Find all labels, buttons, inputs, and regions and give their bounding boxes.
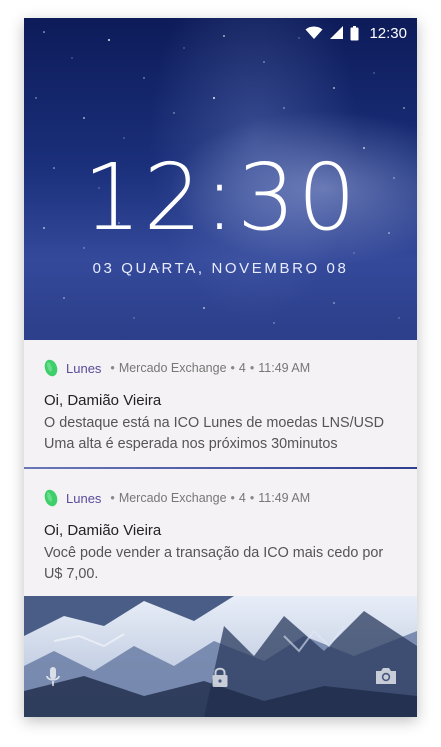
separator-dot: • bbox=[110, 491, 115, 505]
notification-title: Oi, Damião Vieira bbox=[44, 522, 162, 539]
notification-list: Lunes • Mercado Exchange • 4 • 11:49 AM … bbox=[24, 340, 417, 596]
lockscreen-shortcuts bbox=[24, 666, 417, 688]
lockscreen-clock: 12:30 bbox=[82, 144, 359, 251]
mountain-illustration bbox=[24, 596, 417, 717]
notification-title: Oi, Damião Vieira bbox=[44, 392, 162, 409]
battery-icon bbox=[350, 25, 359, 41]
lunes-app-icon bbox=[44, 489, 58, 507]
notification-header: Lunes • Mercado Exchange • 4 • 11:49 AM bbox=[44, 489, 310, 507]
separator-dot: • bbox=[249, 491, 255, 505]
signal-icon bbox=[329, 26, 344, 40]
wallpaper-mountain bbox=[24, 596, 417, 717]
notification-card[interactable]: Lunes • Mercado Exchange • 4 • 11:49 AM … bbox=[24, 470, 417, 596]
phone-lockscreen: 12:30 12:30 03 QUARTA, NOVEMBRO 08 Lunes… bbox=[24, 18, 417, 717]
notification-source: Mercado Exchange bbox=[118, 491, 227, 505]
notification-header: Lunes • Mercado Exchange • 4 • 11:49 AM bbox=[44, 359, 310, 377]
app-name: Lunes bbox=[66, 490, 102, 506]
notification-divider bbox=[24, 467, 417, 469]
separator-dot: • bbox=[230, 361, 235, 375]
microphone-icon[interactable] bbox=[45, 666, 61, 688]
notification-source: Mercado Exchange bbox=[118, 361, 227, 375]
lockscreen-date: 03 QUARTA, NOVEMBRO 08 bbox=[92, 260, 349, 277]
camera-icon[interactable] bbox=[375, 666, 397, 686]
notification-count: 4 bbox=[238, 491, 246, 505]
wifi-icon bbox=[305, 26, 323, 40]
separator-dot: • bbox=[230, 491, 235, 505]
status-time: 12:30 bbox=[369, 24, 407, 42]
notification-time: 11:49 AM bbox=[258, 361, 311, 375]
lock-icon[interactable] bbox=[211, 666, 229, 688]
app-name: Lunes bbox=[66, 360, 102, 376]
notification-count: 4 bbox=[238, 361, 246, 375]
separator-dot: • bbox=[110, 361, 115, 375]
notification-body: Você pode vender a transação da ICO mais… bbox=[44, 545, 384, 582]
notification-body: O destaque está na ICO Lunes de moedas L… bbox=[44, 415, 384, 452]
lunes-app-icon bbox=[44, 359, 58, 377]
notification-card[interactable]: Lunes • Mercado Exchange • 4 • 11:49 AM … bbox=[24, 340, 417, 468]
separator-dot: • bbox=[249, 361, 255, 375]
notification-time: 11:49 AM bbox=[258, 491, 311, 505]
status-bar: 12:30 bbox=[24, 18, 417, 48]
